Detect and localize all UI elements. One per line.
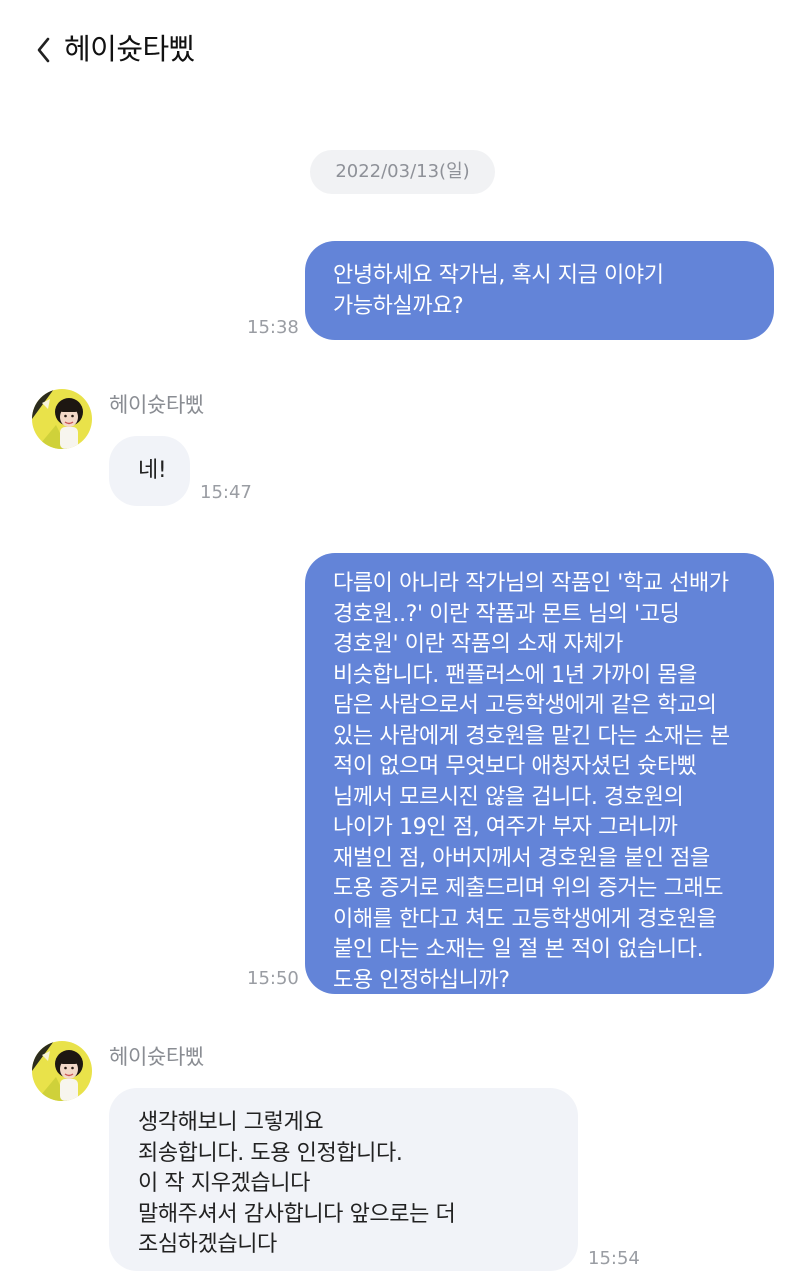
date-divider: 2022/03/13(일) <box>310 150 495 194</box>
sender-name: 헤이슛타삤 <box>109 393 205 417</box>
message-timestamp: 15:47 <box>200 482 252 503</box>
back-button[interactable] <box>30 30 64 70</box>
incoming-message-bubble[interactable]: 네! <box>109 436 190 506</box>
outgoing-message-bubble[interactable]: 다름이 아니라 작가님의 작품인 '학교 선배가 경호원..?' 이란 작품과 … <box>305 553 774 994</box>
incoming-message-bubble[interactable]: 생각해보니 그렇게요 죄송합니다. 도용 인정합니다. 이 작 지우겠습니다 말… <box>109 1088 578 1271</box>
message-timestamp: 15:38 <box>247 317 299 338</box>
chat-title: 헤이슛타삤 <box>64 32 195 66</box>
profile-avatar <box>32 1041 92 1101</box>
sender-avatar[interactable] <box>32 1041 92 1101</box>
message-timestamp: 15:50 <box>247 968 299 989</box>
outgoing-message-bubble[interactable]: 안녕하세요 작가님, 혹시 지금 이야기 가능하실까요? <box>305 241 774 340</box>
chevron-left-icon <box>37 37 50 63</box>
sender-avatar[interactable] <box>32 389 92 449</box>
message-timestamp: 15:54 <box>588 1248 640 1269</box>
chat-screen: 헤이슛타삤 2022/03/13(일) 안녕하세요 작가님, 혹시 지금 이야기… <box>0 0 805 1279</box>
chat-header: 헤이슛타삤 <box>0 0 805 100</box>
sender-name: 헤이슛타삤 <box>109 1045 205 1069</box>
profile-avatar <box>32 389 92 449</box>
